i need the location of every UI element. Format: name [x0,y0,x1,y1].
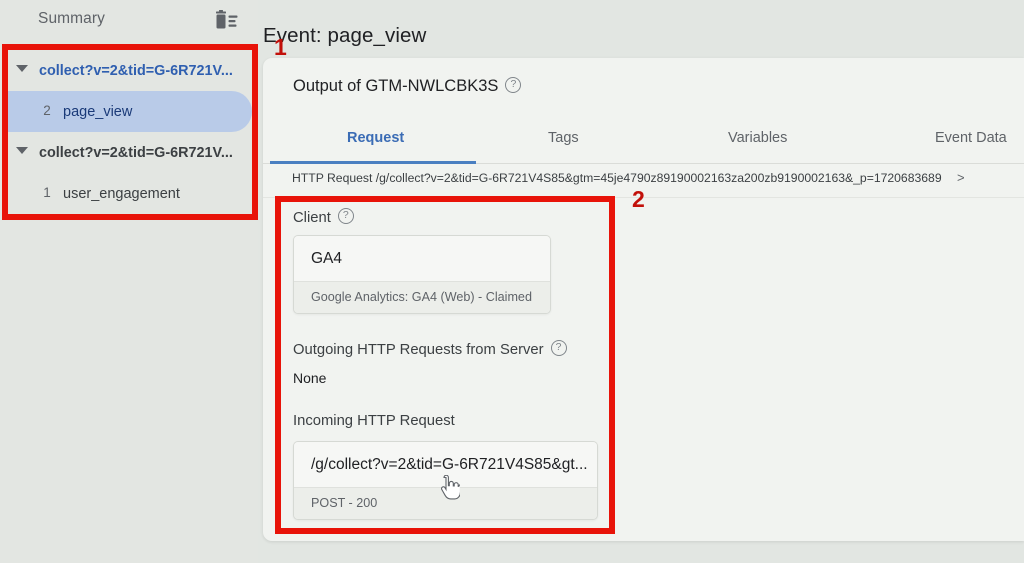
client-value-box[interactable]: GA4 Google Analytics: GA4 (Web) - Claime… [293,235,551,314]
event-group-label: collect?v=2&tid=G-6R721V... [39,144,233,161]
incoming-request-status: POST - 200 [294,487,597,519]
help-icon[interactable] [505,77,522,93]
chevron-right-icon[interactable]: > [957,170,965,185]
sidebar-event-user-engagement[interactable]: 1 user_engagement [8,173,252,214]
tab-request[interactable]: Request [347,130,404,146]
event-index: 2 [43,103,51,118]
event-group-row[interactable]: collect?v=2&tid=G-6R721V... [8,132,252,173]
page-title: Event: page_view [263,24,427,47]
tab-variables[interactable]: Variables [728,130,787,146]
output-card-title: Output of GTM-NWLCBK3S [293,77,522,96]
chevron-down-icon[interactable] [16,147,28,154]
summary-panel: Summary collect?v=2&tid=G-6R721V... 2 pa… [0,0,258,563]
help-icon[interactable] [550,340,567,356]
event-list: collect?v=2&tid=G-6R721V... 2 page_view … [8,50,252,214]
outgoing-requests-label: Outgoing HTTP Requests from Server [293,340,567,358]
trash-icon[interactable] [213,10,239,32]
client-value: GA4 [294,236,550,281]
chevron-down-icon[interactable] [16,65,28,72]
tab-bar: Request Tags Variables Event Data [263,119,1024,164]
event-name: user_engagement [63,185,180,202]
event-group-row[interactable]: collect?v=2&tid=G-6R721V... [8,50,252,91]
output-card: Output of GTM-NWLCBK3S Request Tags Vari… [263,58,1024,541]
tab-event-data[interactable]: Event Data [935,130,1007,146]
tab-tags[interactable]: Tags [548,130,579,146]
sidebar-event-page-view[interactable]: 2 page_view [8,91,252,132]
event-index: 1 [43,185,51,200]
content-area: Event: page_view Output of GTM-NWLCBK3S … [258,0,1024,563]
event-name: page_view [63,103,133,120]
http-request-summary-row[interactable]: HTTP Request /g/collect?v=2&tid=G-6R721V… [263,163,1024,198]
event-group-label: collect?v=2&tid=G-6R721V... [39,62,233,79]
outgoing-requests-value: None [293,370,327,386]
incoming-request-url: /g/collect?v=2&tid=G-6R721V4S85&gt... [294,442,597,487]
incoming-request-box[interactable]: /g/collect?v=2&tid=G-6R721V4S85&gt... PO… [293,441,598,520]
http-request-summary-text: HTTP Request /g/collect?v=2&tid=G-6R721V… [292,171,942,185]
summary-header: Summary [0,0,258,44]
client-subtitle: Google Analytics: GA4 (Web) - Claimed [294,281,550,313]
incoming-request-label: Incoming HTTP Request [293,413,455,429]
client-section-label: Client [293,208,354,226]
client-label-text: Client [293,210,331,226]
outgoing-requests-label-text: Outgoing HTTP Requests from Server [293,342,544,358]
help-icon[interactable] [337,208,354,224]
summary-title: Summary [38,10,106,27]
app-root: Summary collect?v=2&tid=G-6R721V... 2 pa… [0,0,1024,563]
output-card-title-text: Output of GTM-NWLCBK3S [293,77,499,95]
